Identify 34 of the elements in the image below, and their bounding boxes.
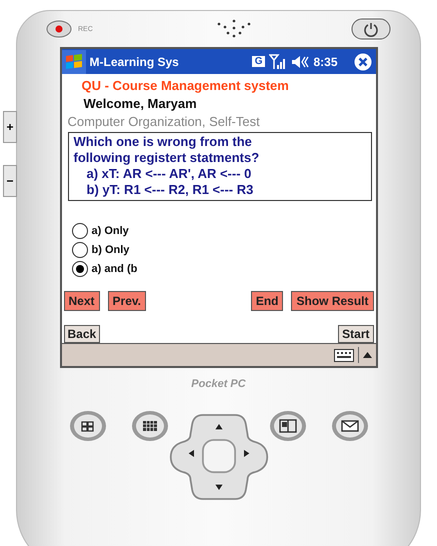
calendar-hardware-button-icon[interactable] <box>130 410 168 442</box>
question-text: Which one is wrong from the following registert statments? <box>74 134 260 166</box>
course-subtitle: Computer Organization, Self-Test <box>68 114 261 129</box>
record-button-icon[interactable] <box>46 20 72 38</box>
window-title: M-Learning Sys <box>90 54 180 68</box>
side-key[interactable]: + <box>3 111 17 143</box>
close-icon[interactable] <box>354 52 372 70</box>
question-statement: a) xT: AR <--- AR', AR <--- 0 <box>86 166 252 182</box>
answer-option[interactable]: b) Only <box>72 242 374 258</box>
windows-hardware-button-icon[interactable] <box>68 410 106 442</box>
start-softkey[interactable]: Start <box>338 325 374 343</box>
nav-button[interactable]: Show Result <box>291 291 374 311</box>
mail-hardware-button-icon[interactable] <box>330 410 368 442</box>
input-badge: G <box>252 56 266 67</box>
back-softkey[interactable]: Back <box>64 325 100 343</box>
contacts-hardware-button-icon[interactable] <box>268 410 306 442</box>
welcome-text: Welcome, Maryam <box>84 96 198 111</box>
nav-button[interactable]: End <box>250 291 284 311</box>
power-button-icon[interactable] <box>351 18 391 40</box>
speaker-icon <box>291 54 310 70</box>
nav-button[interactable]: Prev. <box>108 291 146 311</box>
question-statement: b) yT: R1 <--- R2, R1 <--- R3 <box>86 182 254 198</box>
clock-time: 8:35 <box>313 54 338 68</box>
up-arrow-icon[interactable] <box>362 352 372 358</box>
nav-button[interactable]: Next <box>64 291 100 311</box>
signal-icon <box>269 54 288 70</box>
answer-option[interactable]: a) Only <box>72 223 374 239</box>
windows-flag-icon[interactable] <box>62 50 86 74</box>
brand-label: Pocket PC <box>191 378 246 390</box>
speaker-grille-icon <box>216 19 250 39</box>
keyboard-icon[interactable] <box>334 348 354 362</box>
app-title: QU - Course Management system <box>82 78 290 93</box>
answer-option[interactable]: a) and (b <box>72 261 374 277</box>
side-key[interactable]: − <box>3 165 17 197</box>
